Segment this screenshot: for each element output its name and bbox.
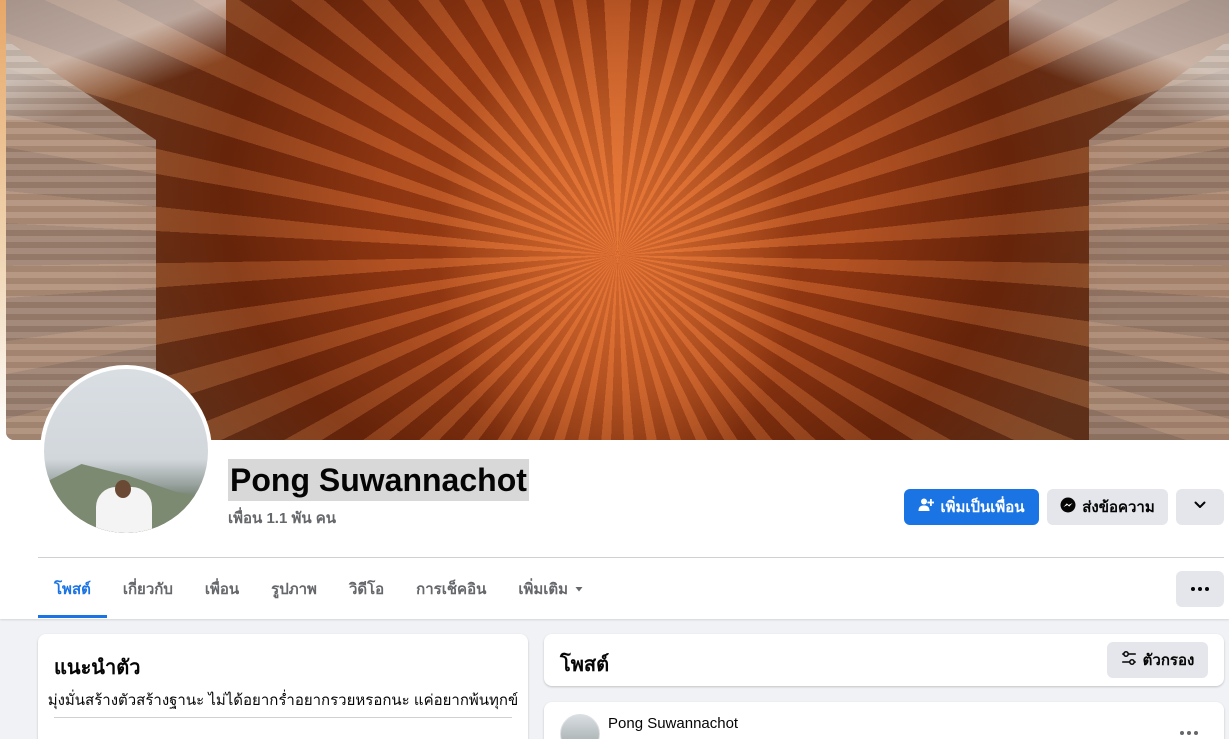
friends-count[interactable]: เพื่อน 1.1 พัน คน: [228, 506, 336, 530]
avatar: [44, 369, 208, 533]
cover-photo-statue: [436, 0, 796, 440]
tab-label: การเช็คอิน: [416, 581, 487, 598]
posts-header-card: โพสต์ ตัวกรอง: [544, 634, 1224, 686]
tab-photos[interactable]: รูปภาพ: [255, 560, 333, 618]
post-author-name[interactable]: Pong Suwannachot: [608, 715, 738, 732]
tab-posts[interactable]: โพสต์: [38, 560, 107, 618]
avatar-head: [115, 480, 131, 498]
more-dots-icon: [1191, 587, 1195, 591]
more-dots-icon: [1205, 587, 1209, 591]
add-friend-label: เพิ่มเป็นเพื่อน: [940, 499, 1025, 516]
post-card: Pong Suwannachot: [544, 702, 1224, 739]
header-divider: [38, 557, 1224, 558]
caret-down-icon: [574, 581, 584, 598]
tab-label: เพิ่มเติม: [518, 581, 569, 598]
more-dots-icon: [1187, 731, 1191, 735]
tab-label: วิดีโอ: [348, 581, 385, 598]
post-author-avatar[interactable]: [560, 714, 600, 739]
intro-divider: [54, 717, 512, 718]
more-dots-icon: [1194, 731, 1198, 735]
tab-label: โพสต์: [54, 581, 91, 598]
tab-label: เพื่อน: [204, 581, 240, 598]
tab-about[interactable]: เกี่ยวกับ: [107, 560, 189, 618]
cover-photo[interactable]: [6, 0, 1229, 440]
tab-label: เกี่ยวกับ: [122, 581, 173, 598]
filter-label: ตัวกรอง: [1142, 652, 1195, 669]
post-options-button[interactable]: [1174, 718, 1204, 739]
tabs-more-button[interactable]: [1176, 571, 1224, 607]
tab-videos[interactable]: วิดีโอ: [333, 560, 400, 618]
chevron-down-icon: [1193, 498, 1207, 516]
message-button[interactable]: ส่งข้อความ: [1047, 489, 1168, 525]
intro-title: แนะนำตัว: [54, 657, 141, 679]
messenger-icon: [1060, 497, 1076, 517]
sliders-icon: [1121, 650, 1137, 670]
more-dots-icon: [1198, 587, 1202, 591]
more-dots-icon: [1180, 731, 1184, 735]
tab-checkins[interactable]: การเช็คอิน: [400, 560, 502, 618]
filter-button[interactable]: ตัวกรอง: [1107, 642, 1208, 678]
more-actions-button[interactable]: [1176, 489, 1224, 525]
message-label: ส่งข้อความ: [1082, 499, 1155, 516]
add-person-icon: [918, 497, 935, 517]
profile-name: Pong Suwannachot: [228, 459, 529, 501]
profile-picture[interactable]: [40, 365, 212, 537]
add-friend-button[interactable]: เพิ่มเป็นเพื่อน: [904, 489, 1039, 525]
intro-card: แนะนำตัว มุ่งมั่นสร้างตัวสร้างฐานะ ไม่ได…: [38, 634, 528, 739]
tab-label: รูปภาพ: [271, 581, 317, 598]
profile-tabs: โพสต์ เกี่ยวกับ เพื่อน รูปภาพ วิดีโอ การ…: [38, 560, 600, 618]
posts-title: โพสต์: [560, 654, 610, 676]
intro-bio: มุ่งมั่นสร้างตัวสร้างฐานะ ไม่ได้อยากร่ำอ…: [47, 692, 519, 709]
tab-friends[interactable]: เพื่อน: [189, 560, 255, 618]
tab-more[interactable]: เพิ่มเติม: [502, 560, 600, 618]
